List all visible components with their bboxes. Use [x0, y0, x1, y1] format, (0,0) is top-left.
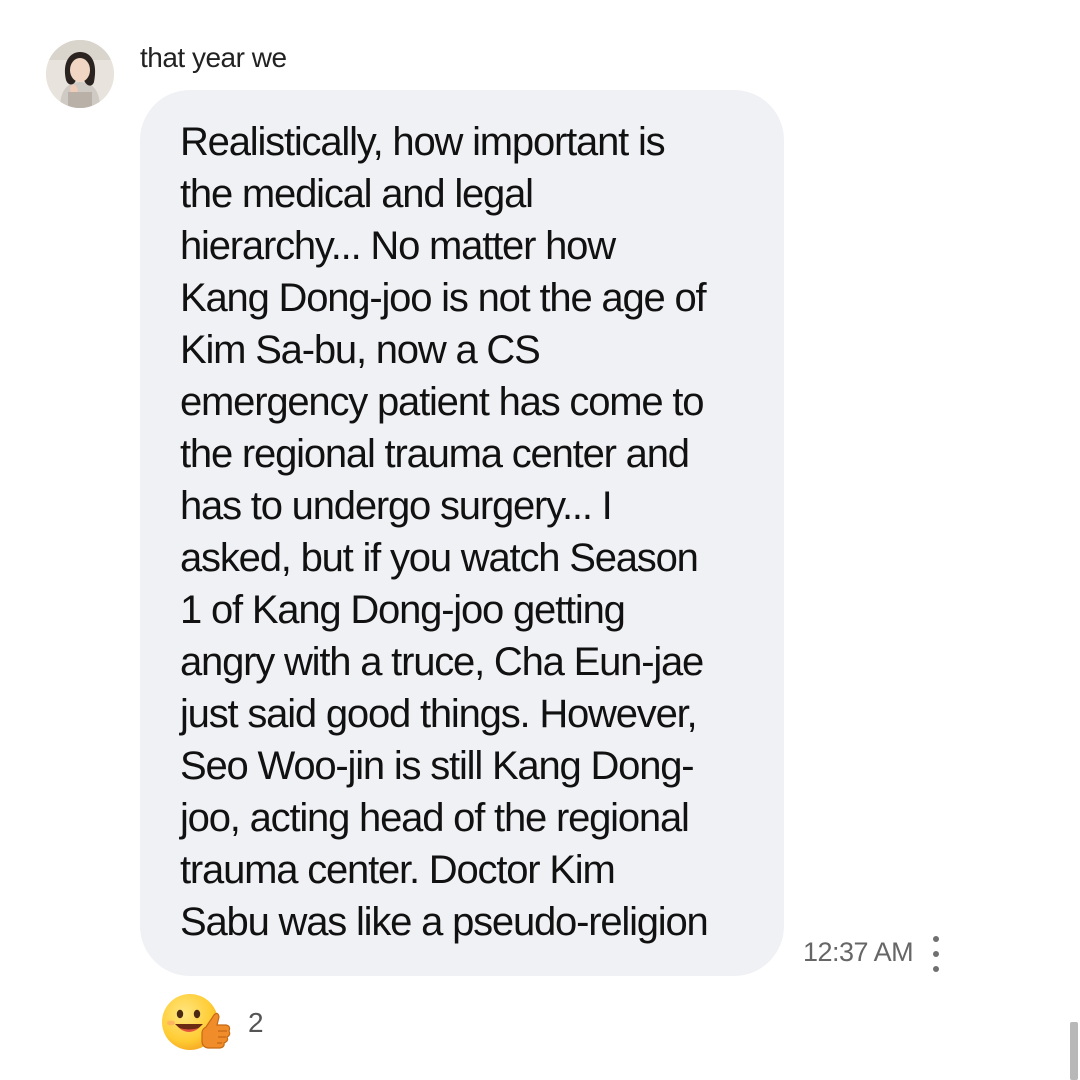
message-line: has to undergo surgery... I	[180, 484, 613, 528]
message-line: 1 of Kang Dong-joo getting	[180, 588, 626, 632]
message-bubble[interactable]: Realistically, how important is the medi…	[140, 90, 784, 976]
message-line: trauma center. Doctor Kim	[180, 848, 616, 892]
message-line: the regional trauma center and	[180, 432, 690, 476]
message-line: angry with a truce, Cha Eun-jae	[180, 640, 704, 684]
message-line: Sabu was like a pseudo-religion	[180, 900, 709, 944]
message-text: Realistically, how important is the medi…	[180, 116, 780, 948]
message-line: emergency patient has come to	[180, 380, 704, 424]
message-line: asked, but if you watch Season	[180, 536, 699, 580]
sender-avatar[interactable]	[46, 40, 114, 108]
avatar-photo	[46, 40, 114, 108]
more-dot	[933, 951, 939, 957]
more-dot	[933, 936, 939, 942]
message-line: hierarchy... No matter how	[180, 224, 616, 268]
reaction-count: 2	[248, 1007, 264, 1038]
message-line: Kim Sa-bu, now a CS	[180, 328, 541, 372]
message-line: Kang Dong-joo is not the age of	[180, 276, 707, 320]
message-timestamp: 12:37 AM	[803, 937, 914, 967]
message-line: Realistically, how important is	[180, 120, 666, 164]
more-options-icon[interactable]	[926, 936, 946, 972]
reaction-emoji	[162, 994, 231, 1050]
scrollbar-thumb[interactable]	[1070, 1022, 1078, 1080]
message-line: just said good things. However,	[180, 692, 698, 736]
sender-name: that year we	[140, 42, 287, 73]
more-dot	[933, 966, 939, 972]
thumbs-up-face-emoji-icon[interactable]	[160, 993, 232, 1053]
message-line: joo, acting head of the regional	[180, 796, 690, 840]
message-line: the medical and legal	[180, 172, 534, 216]
message-line: Seo Woo-jin is still Kang Dong-	[180, 744, 695, 788]
